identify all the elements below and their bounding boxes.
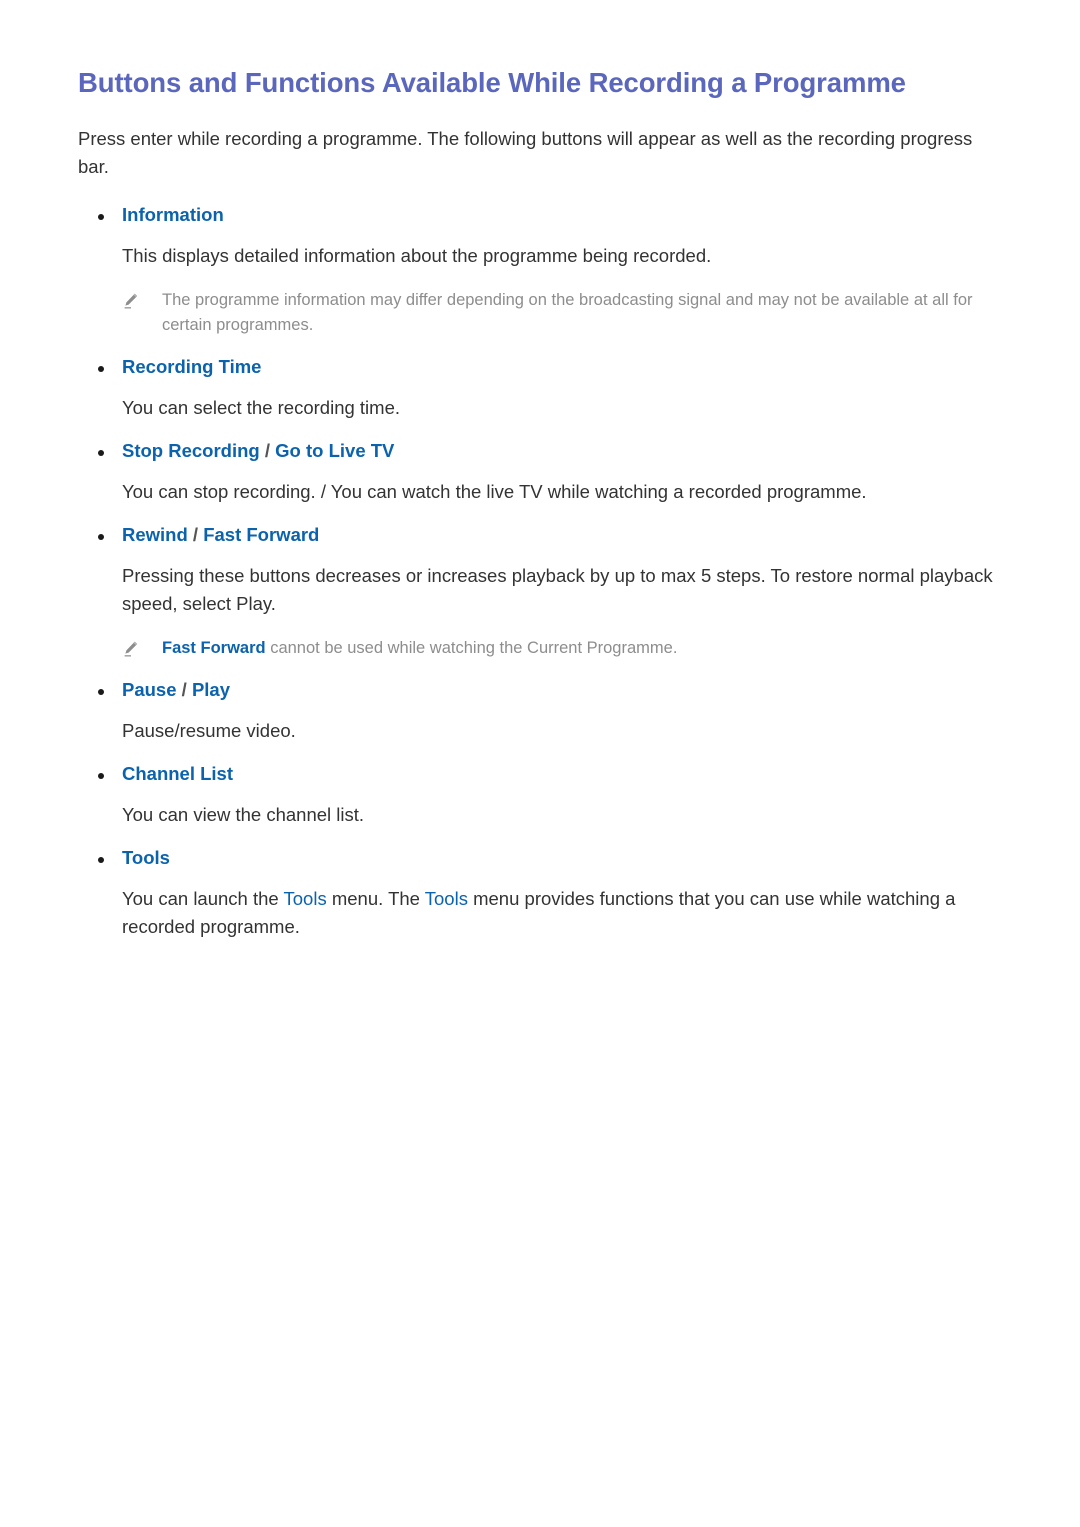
tools-term-first: Tools [283,888,327,910]
bullet-heading-term-secondary: Go to Live TV [275,439,395,461]
body-text-channel-list: You can view the channel list. [122,803,365,825]
note-information: The programme information may differ dep… [122,288,1002,338]
note-text-fast-forward: Fast Forward cannot be used while watchi… [162,636,677,661]
bullet-heading-term-primary: Rewind [122,523,188,545]
bullet-dot-icon [98,857,104,864]
note-lead-term: Fast Forward [162,639,266,658]
body-text-recording-time: You can select the recording time. [122,396,401,418]
body-text-stop-recording: You can stop recording. / You can watch … [122,480,867,502]
note-fast-forward: Fast Forward cannot be used while watchi… [122,636,1002,661]
bullet-dot-icon [98,214,104,221]
bullet-heading-label: Tools [122,847,170,869]
body-text-tools: You can launch the Tools menu. The Tools… [122,885,1002,941]
bullet-heading-label: Information [122,204,224,226]
bullet-heading-stop-recording: Stop Recording / Go to Live TV [78,439,1002,464]
section-pause-play: Pause / Play Pause/resume video. [78,678,1002,745]
pencil-note-icon [122,292,140,310]
pencil-note-icon [122,640,140,658]
section-tools: Tools You can launch the Tools menu. The… [78,846,1002,941]
bullet-heading-separator: / [176,678,192,700]
note-rest-text: cannot be used while watching the Curren… [265,639,678,658]
section-channel-list: Channel List You can view the channel li… [78,762,1002,829]
bullet-dot-icon [98,688,104,695]
section-stop-recording: Stop Recording / Go to Live TV You can s… [78,439,1002,506]
bullet-heading-term-secondary: Fast Forward [203,523,320,545]
section-information: Information This displays detailed infor… [78,203,1002,338]
bullet-heading-channel-list: Channel List [78,762,1002,787]
bullet-heading-label: Channel List [122,762,234,784]
section-recording-time: Recording Time You can select the record… [78,355,1002,422]
bullet-heading-term-secondary: Play [191,678,230,700]
bullet-heading-separator: / [187,523,204,545]
tools-text-part1: You can launch the [122,888,284,910]
bullet-dot-icon [98,772,104,779]
bullet-dot-icon [98,449,104,456]
intro-paragraph: Press enter while recording a programme.… [78,128,973,178]
bullet-dot-icon [98,365,104,372]
bullet-heading-label: Recording Time [122,355,262,377]
bullet-dot-icon [98,533,104,540]
bullet-heading-recording-time: Recording Time [78,355,1002,380]
bullet-heading-term-primary: Stop Recording [122,439,260,461]
bullet-heading-rewind-fast-forward: Rewind / Fast Forward [78,523,1002,548]
page-title: Buttons and Functions Available While Re… [78,67,906,98]
tools-term-second: Tools [424,888,468,910]
body-text-rewind-fast-forward: Pressing these buttons decreases or incr… [122,564,993,615]
bullet-heading-separator: / [259,439,276,461]
note-text-information: The programme information may differ dep… [162,291,973,335]
bullet-heading-information: Information [78,203,1002,228]
tools-text-part2: menu. The [326,888,425,910]
body-text-information: This displays detailed information about… [122,245,712,267]
bullet-heading-term-primary: Pause [122,678,177,700]
document-page: Buttons and Functions Available While Re… [0,0,1080,1527]
body-text-pause-play: Pause/resume video. [122,719,296,741]
bullet-heading-tools: Tools [78,846,1002,871]
section-rewind-fast-forward: Rewind / Fast Forward Pressing these but… [78,523,1002,661]
bullet-heading-pause-play: Pause / Play [78,678,1002,703]
